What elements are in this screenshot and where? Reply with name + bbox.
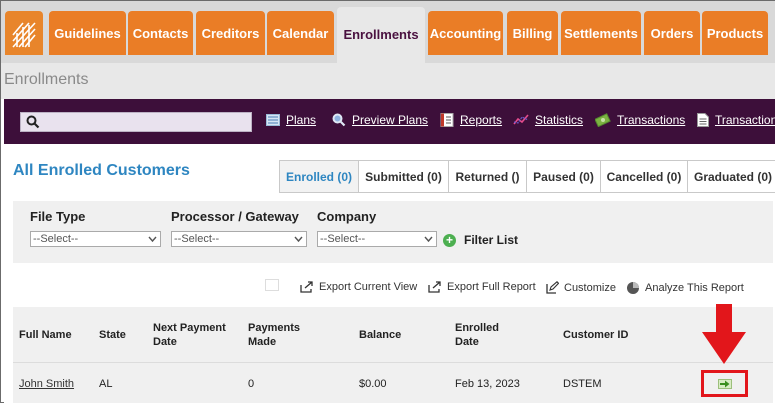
col-balance[interactable]: Balance [359, 328, 401, 342]
company-select[interactable]: --Select-- [317, 231, 437, 247]
col-enrolled-date[interactable]: Enrolled Date [455, 321, 499, 349]
logo-icon [12, 22, 36, 48]
tab-returned[interactable]: Returned () [448, 160, 527, 193]
col-next-payment[interactable]: Next Payment Date [153, 321, 226, 349]
analyze-report-button[interactable]: Analyze This Report [626, 281, 744, 295]
table-header: Full Name State Next Payment Date Paymen… [13, 307, 773, 363]
tab-creditors[interactable]: Creditors [196, 11, 265, 55]
document-icon [697, 113, 709, 127]
reports-icon [440, 113, 454, 127]
tab-settlements[interactable]: Settlements [561, 11, 641, 55]
tab-guidelines[interactable]: Guidelines [49, 11, 126, 55]
statistics-icon [513, 114, 529, 125]
file-type-select[interactable]: --Select-- [30, 231, 161, 247]
tab-enrolled[interactable]: Enrolled (0) [279, 160, 359, 193]
chevron-down-icon [424, 236, 433, 243]
open-customer-button[interactable] [701, 370, 748, 397]
filter-panel: File Type --Select-- Processor / Gateway… [13, 201, 773, 263]
edit-icon [546, 281, 559, 294]
tab-calendar[interactable]: Calendar [267, 11, 334, 55]
tab-accounting[interactable]: Accounting [428, 11, 503, 55]
customize-button[interactable]: Customize [546, 281, 616, 294]
section-title: All Enrolled Customers [13, 162, 190, 179]
export-current-view-button[interactable]: Export Current View [300, 281, 417, 293]
preview-plans-link[interactable]: Preview Plans [332, 113, 428, 127]
company-label: Company [317, 209, 377, 224]
top-nav: Guidelines Contacts Creditors Calendar E… [1, 1, 775, 63]
statistics-link[interactable]: Statistics [513, 113, 583, 127]
tab-products[interactable]: Products [702, 11, 768, 55]
cell-payments-made: 0 [248, 378, 255, 390]
filter-list-button[interactable]: + Filter List [443, 233, 518, 247]
cell-enrolled-date: Feb 13, 2023 [455, 378, 520, 390]
chevron-down-icon [294, 236, 303, 243]
col-full-name[interactable]: Full Name [19, 328, 72, 342]
file-type-label: File Type [30, 209, 86, 224]
col-customer-id[interactable]: Customer ID [563, 328, 628, 342]
blank-icon [265, 279, 279, 291]
cell-balance: $0.00 [359, 378, 387, 390]
export-full-report-button[interactable]: Export Full Report [428, 281, 536, 293]
transaction-link[interactable]: Transaction [697, 113, 775, 127]
col-payments-made[interactable]: Payments Made [248, 321, 300, 349]
table-row: John Smith AL 0 $0.00 Feb 13, 2023 DSTEM [13, 363, 773, 403]
tab-cancelled[interactable]: Cancelled (0) [600, 160, 688, 193]
transactions-link[interactable]: Transactions [595, 113, 685, 127]
export-icon [428, 281, 441, 293]
pie-chart-icon [627, 282, 639, 294]
money-icon [595, 113, 611, 127]
plans-icon [266, 114, 280, 126]
title-band [1, 63, 775, 99]
reports-link[interactable]: Reports [440, 113, 502, 127]
cell-customer-id: DSTEM [563, 378, 602, 390]
tab-enrollments[interactable]: Enrollments [337, 7, 425, 63]
col-state[interactable]: State [99, 328, 126, 342]
plus-icon: + [443, 233, 456, 247]
search-input[interactable] [20, 112, 252, 132]
page-title: Enrollments [4, 71, 89, 88]
logo[interactable] [5, 11, 43, 55]
red-arrow-annotation [702, 304, 746, 364]
tab-billing[interactable]: Billing [507, 11, 558, 55]
tab-graduated[interactable]: Graduated (0) [687, 160, 775, 193]
tab-orders[interactable]: Orders [644, 11, 700, 55]
processor-select[interactable]: --Select-- [171, 231, 307, 247]
cell-state: AL [99, 378, 113, 390]
status-tabs: Enrolled (0) Submitted (0) Returned () P… [279, 160, 775, 193]
processor-label: Processor / Gateway [171, 209, 299, 224]
customer-name-link[interactable]: John Smith [19, 378, 74, 390]
export-icon [300, 281, 313, 293]
chevron-down-icon [148, 236, 157, 243]
tab-contacts[interactable]: Contacts [128, 11, 193, 55]
arrow-right-icon [717, 378, 732, 389]
magnifier-icon [332, 113, 346, 127]
toolbar: Plans Preview Plans Reports Statistics T… [4, 99, 775, 144]
plans-link[interactable]: Plans [266, 113, 316, 127]
search-icon [26, 115, 40, 129]
tab-submitted[interactable]: Submitted (0) [358, 160, 449, 193]
tab-paused[interactable]: Paused (0) [526, 160, 601, 193]
